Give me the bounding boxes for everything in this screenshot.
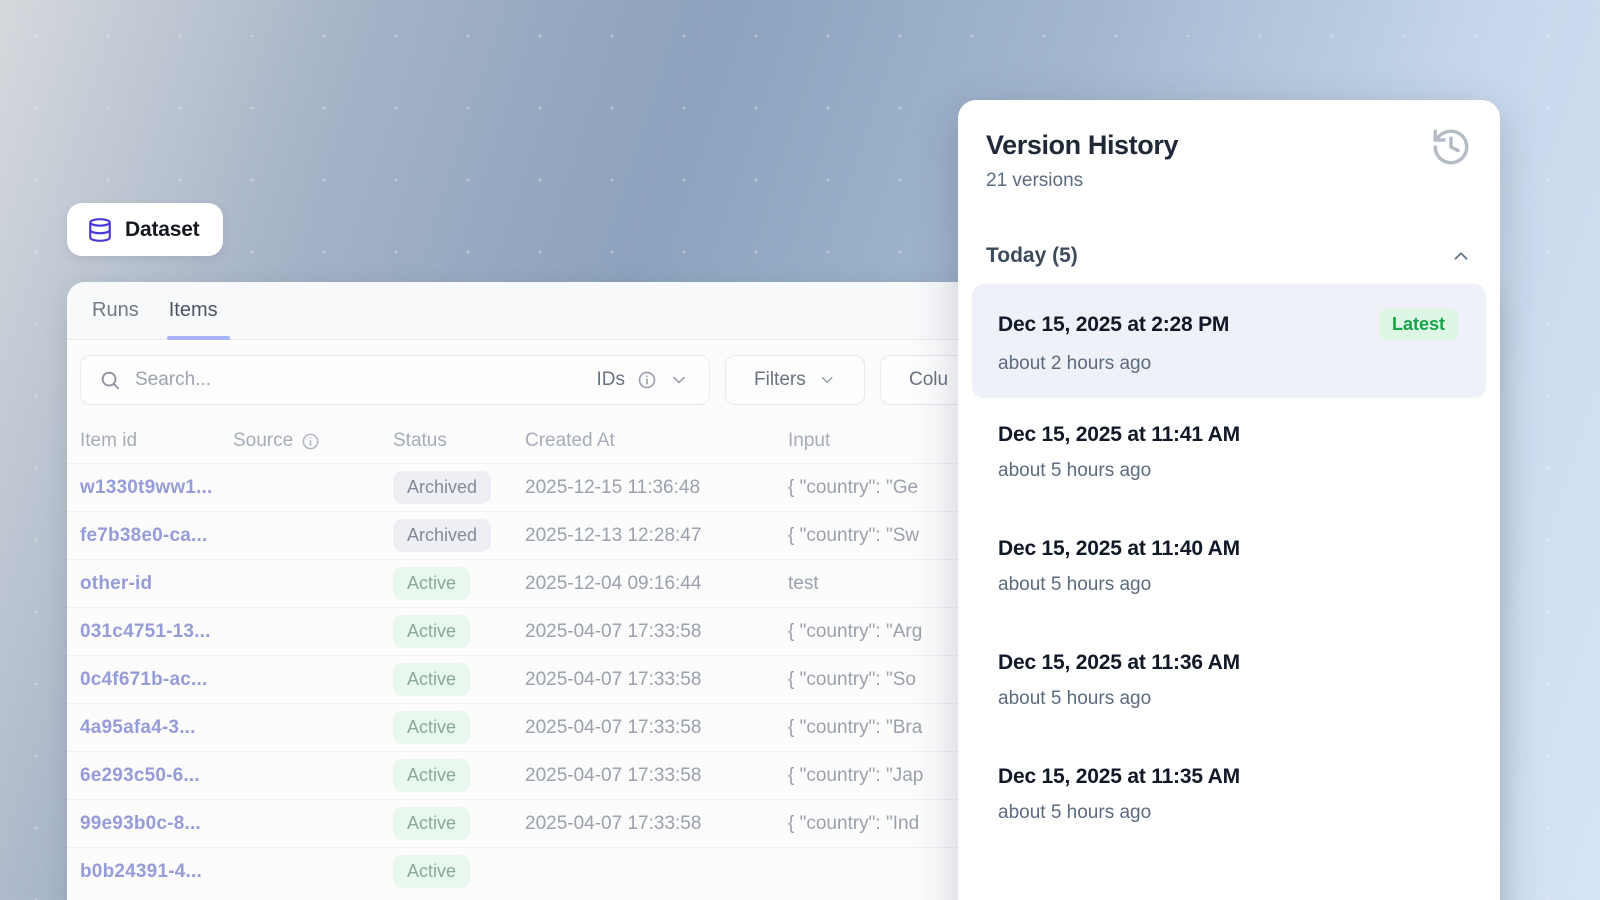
version-group-label: Today (5)	[986, 244, 1078, 268]
item-id-link[interactable]: 0c4f671b-ac...	[80, 669, 233, 691]
version-entry-time-ago: about 2 hours ago	[998, 353, 1458, 375]
status-cell: Active	[393, 567, 525, 600]
latest-badge: Latest	[1379, 309, 1458, 340]
status-badge: Archived	[393, 471, 491, 504]
version-entry[interactable]: Dec 15, 2025 at 11:35 AM about 5 hours a…	[972, 740, 1486, 854]
version-entry[interactable]: Dec 15, 2025 at 2:28 PM Latest about 2 h…	[972, 284, 1486, 398]
item-id-link[interactable]: 99e93b0c-8...	[80, 813, 233, 835]
database-icon	[87, 217, 113, 243]
status-cell: Active	[393, 663, 525, 696]
created-at-cell: 2025-04-07 17:33:58	[525, 621, 788, 643]
chevron-up-icon[interactable]	[1450, 245, 1472, 267]
created-at-cell: 2025-04-07 17:33:58	[525, 765, 788, 787]
tab-items[interactable]: Items	[169, 282, 218, 340]
status-cell: Active	[393, 615, 525, 648]
version-entry-title: Dec 15, 2025 at 11:41 AM	[998, 423, 1240, 447]
status-badge: Active	[393, 615, 470, 648]
status-badge: Active	[393, 567, 470, 600]
status-cell: Active	[393, 855, 525, 888]
ids-dropdown[interactable]: IDs	[597, 369, 690, 391]
version-history-panel: Version History 21 versions Today (5) De…	[958, 100, 1500, 900]
status-badge: Active	[393, 759, 470, 792]
version-entry[interactable]: Dec 15, 2025 at 11:40 AM about 5 hours a…	[972, 512, 1486, 626]
chevron-down-icon	[818, 370, 836, 390]
history-icon[interactable]	[1430, 126, 1472, 168]
column-header-created-at[interactable]: Created At	[525, 430, 788, 452]
item-id-link[interactable]: 4a95afa4-3...	[80, 717, 233, 739]
ids-label: IDs	[597, 369, 626, 391]
info-icon	[637, 370, 657, 390]
created-at-cell: 2025-12-15 11:36:48	[525, 477, 788, 499]
version-history-header: Version History 21 versions	[958, 100, 1500, 192]
version-count: 21 versions	[986, 170, 1470, 192]
search-icon	[99, 369, 121, 391]
version-entry[interactable]: Dec 15, 2025 at 11:36 AM about 5 hours a…	[972, 626, 1486, 740]
status-cell: Active	[393, 711, 525, 744]
column-header-status[interactable]: Status	[393, 430, 525, 452]
created-at-cell: 2025-12-13 12:28:47	[525, 525, 788, 547]
version-history-title: Version History	[986, 130, 1470, 161]
created-at-cell: 2025-04-07 17:33:58	[525, 717, 788, 739]
item-id-link[interactable]: b0b24391-4...	[80, 861, 233, 883]
item-id-link[interactable]: 6e293c50-6...	[80, 765, 233, 787]
version-entry-title: Dec 15, 2025 at 2:28 PM	[998, 313, 1229, 337]
filters-button[interactable]: Filters	[725, 355, 865, 405]
chevron-down-icon	[669, 370, 689, 390]
version-entry-time-ago: about 5 hours ago	[998, 574, 1458, 596]
status-cell: Archived	[393, 519, 525, 552]
version-entry-title: Dec 15, 2025 at 11:36 AM	[998, 651, 1240, 675]
item-id-link[interactable]: 031c4751-13...	[80, 621, 233, 643]
column-header-item-id[interactable]: Item id	[80, 430, 233, 452]
columns-label: Colu	[909, 369, 948, 391]
status-badge: Active	[393, 807, 470, 840]
status-cell: Active	[393, 807, 525, 840]
desktop-background: Dataset Runs Items IDs	[0, 0, 1600, 900]
created-at-cell: 2025-04-07 17:33:58	[525, 669, 788, 691]
search-input[interactable]	[135, 369, 583, 391]
tab-runs[interactable]: Runs	[92, 282, 139, 340]
version-entry-time-ago: about 5 hours ago	[998, 688, 1458, 710]
version-entry-time-ago: about 5 hours ago	[998, 802, 1458, 824]
version-group-today[interactable]: Today (5)	[958, 244, 1500, 268]
info-icon	[301, 432, 320, 451]
status-cell: Active	[393, 759, 525, 792]
item-id-link[interactable]: w1330t9ww1...	[80, 477, 233, 499]
item-id-link[interactable]: other-id	[80, 573, 233, 595]
version-entry-time-ago: about 5 hours ago	[998, 460, 1458, 482]
created-at-cell: 2025-12-04 09:16:44	[525, 573, 788, 595]
status-badge: Archived	[393, 519, 491, 552]
filters-label: Filters	[754, 369, 806, 391]
version-entry[interactable]: Dec 15, 2025 at 11:41 AM about 5 hours a…	[972, 398, 1486, 512]
created-at-cell: 2025-04-07 17:33:58	[525, 813, 788, 835]
status-badge: Active	[393, 855, 470, 888]
column-header-source[interactable]: Source	[233, 430, 393, 452]
version-entry-title: Dec 15, 2025 at 11:40 AM	[998, 537, 1240, 561]
version-entry-title: Dec 15, 2025 at 11:35 AM	[998, 765, 1240, 789]
dataset-chip-label: Dataset	[125, 218, 199, 242]
status-badge: Active	[393, 663, 470, 696]
status-cell: Archived	[393, 471, 525, 504]
version-entries-list: Dec 15, 2025 at 2:28 PM Latest about 2 h…	[958, 284, 1500, 854]
status-badge: Active	[393, 711, 470, 744]
item-id-link[interactable]: fe7b38e0-ca...	[80, 525, 233, 547]
dataset-chip[interactable]: Dataset	[67, 203, 223, 256]
search-box[interactable]: IDs	[80, 355, 710, 405]
